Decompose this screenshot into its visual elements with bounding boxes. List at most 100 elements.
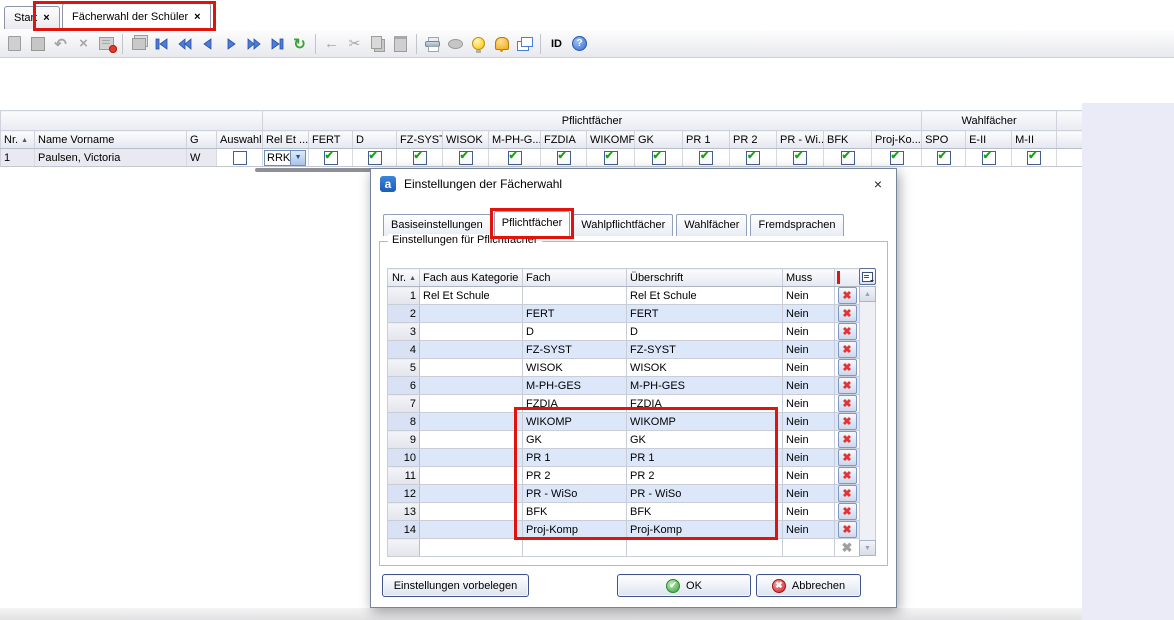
ueberschrift-cell[interactable]: Rel Et Schule (627, 287, 783, 305)
help-button[interactable]: ? (568, 32, 591, 55)
delete-row-button[interactable]: ✖ (838, 395, 857, 412)
subject-checkbox[interactable] (604, 151, 618, 165)
fach-aus-kategorie-cell[interactable] (420, 341, 523, 359)
scrollbar-track[interactable] (859, 302, 876, 540)
fach-cell[interactable]: PR 2 (523, 467, 627, 485)
subject-checkbox[interactable] (557, 151, 571, 165)
fach-cell[interactable]: Proj-Komp (523, 521, 627, 539)
grid-column-header[interactable]: WISOK (443, 131, 489, 149)
delete-row-button[interactable]: ✖ (838, 359, 857, 376)
dialog-tab-pflichtfcher[interactable]: Pflichtfächer (494, 211, 571, 236)
ueberschrift-cell[interactable]: Proj-Komp (627, 521, 783, 539)
ueberschrift-cell[interactable]: PR - WiSo (627, 485, 783, 503)
ueberschrift-cell[interactable]: WISOK (627, 359, 783, 377)
muss-cell[interactable]: Nein (783, 467, 835, 485)
subject-checkbox[interactable] (699, 151, 713, 165)
delete-row-button[interactable]: ✖ (838, 449, 857, 466)
notification-button[interactable] (490, 32, 513, 55)
grid-column-header[interactable]: G (187, 131, 217, 149)
subject-checkbox[interactable] (652, 151, 666, 165)
column-header-ueberschrift[interactable]: Überschrift (627, 269, 783, 287)
subject-checkbox[interactable] (324, 151, 338, 165)
subject-checkbox[interactable] (368, 151, 382, 165)
dialog-tab-fremdsprachen[interactable]: Fremdsprachen (750, 214, 843, 236)
grid-column-header[interactable]: Auswahl (217, 131, 263, 149)
subject-checkbox[interactable] (841, 151, 855, 165)
last-record-button[interactable] (265, 32, 288, 55)
grid-column-header[interactable]: Proj-Ko... (872, 131, 922, 149)
fach-aus-kategorie-cell[interactable] (420, 413, 523, 431)
tab-close-icon[interactable]: × (43, 12, 49, 24)
fach-aus-kategorie-cell[interactable] (420, 485, 523, 503)
grid-column-header[interactable]: M-II (1012, 131, 1057, 149)
muss-cell[interactable]: Nein (783, 377, 835, 395)
subject-checkbox[interactable] (1027, 151, 1041, 165)
next-record-button[interactable] (219, 32, 242, 55)
muss-cell[interactable]: Nein (783, 287, 835, 305)
scroll-down-button[interactable]: ▼ (859, 540, 876, 556)
delete-row-button[interactable]: ✖ (838, 377, 857, 394)
delete-row-button[interactable]: ✖ (838, 305, 857, 322)
fach-aus-kategorie-cell[interactable] (420, 395, 523, 413)
fach-aus-kategorie-cell[interactable] (420, 449, 523, 467)
fach-aus-kategorie-cell[interactable] (420, 467, 523, 485)
ok-button[interactable]: ✔ OK (617, 574, 751, 597)
delete-row-button[interactable]: ✖ (838, 521, 857, 538)
grid-column-header[interactable]: Nr.▲ (1, 131, 35, 149)
fach-cell[interactable]: FZDIA (523, 395, 627, 413)
delete-row-button[interactable]: ✖ (838, 503, 857, 520)
column-header-nr[interactable]: Nr.▲ (388, 269, 420, 287)
fach-aus-kategorie-cell[interactable] (420, 521, 523, 539)
fach-cell[interactable]: WISOK (523, 359, 627, 377)
fach-aus-kategorie-cell[interactable]: Rel Et Schule (420, 287, 523, 305)
muss-cell[interactable]: Nein (783, 341, 835, 359)
ueberschrift-cell[interactable]: FZDIA (627, 395, 783, 413)
ueberschrift-cell[interactable]: D (627, 323, 783, 341)
subject-checkbox[interactable] (890, 151, 904, 165)
delete-row-button[interactable]: ✖ (838, 413, 857, 430)
muss-cell[interactable]: Nein (783, 413, 835, 431)
grid-column-header[interactable]: M-PH-G... (489, 131, 541, 149)
subject-checkbox[interactable] (508, 151, 522, 165)
grid-column-header[interactable]: Name Vorname (35, 131, 187, 149)
grid-column-header[interactable]: Rel Et ... (263, 131, 309, 149)
ueberschrift-cell[interactable]: M-PH-GES (627, 377, 783, 395)
fast-backward-button[interactable] (173, 32, 196, 55)
dropdown-arrow-icon[interactable]: ▼ (290, 151, 305, 165)
previous-record-button[interactable] (196, 32, 219, 55)
column-header-fach[interactable]: Fach (523, 269, 627, 287)
grid-column-header[interactable]: E-II (966, 131, 1012, 149)
fach-aus-kategorie-cell[interactable] (420, 359, 523, 377)
fach-aus-kategorie-cell[interactable] (420, 377, 523, 395)
fach-cell[interactable]: FERT (523, 305, 627, 323)
subject-checkbox[interactable] (937, 151, 951, 165)
muss-cell[interactable]: Nein (783, 449, 835, 467)
muss-cell[interactable]: Nein (783, 485, 835, 503)
grid-column-header[interactable]: FZDIA (541, 131, 587, 149)
column-picker-button[interactable] (859, 268, 876, 285)
fach-cell[interactable]: WIKOMP (523, 413, 627, 431)
auswahl-checkbox[interactable] (233, 151, 247, 165)
grid-column-header[interactable]: FZ-SYST (397, 131, 443, 149)
fach-cell[interactable]: M-PH-GES (523, 377, 627, 395)
dialog-tab-basiseinstellungen[interactable]: Basiseinstellungen (383, 214, 491, 236)
tab-close-icon[interactable]: × (194, 11, 200, 23)
grid-column-header[interactable]: PR - Wi... (777, 131, 824, 149)
grid-column-header[interactable]: PR 1 (683, 131, 730, 149)
fach-cell[interactable] (523, 287, 627, 305)
grid-column-header[interactable]: FERT (309, 131, 353, 149)
tab-start[interactable]: Start × (4, 6, 60, 29)
muss-cell[interactable]: Nein (783, 323, 835, 341)
ueberschrift-cell[interactable]: PR 1 (627, 449, 783, 467)
delete-row-button[interactable]: ✖ (838, 341, 857, 358)
grid-column-header[interactable]: D (353, 131, 397, 149)
fach-cell[interactable]: FZ-SYST (523, 341, 627, 359)
fach-aus-kategorie-cell[interactable] (420, 431, 523, 449)
ueberschrift-cell[interactable]: BFK (627, 503, 783, 521)
grid-column-header[interactable]: SPO (922, 131, 966, 149)
delete-row-button[interactable]: ✖ (838, 431, 857, 448)
fach-cell[interactable]: PR 1 (523, 449, 627, 467)
ueberschrift-cell[interactable]: GK (627, 431, 783, 449)
fast-forward-button[interactable] (242, 32, 265, 55)
tab-faecherwahl-der-schueler[interactable]: Fächerwahl der Schüler × (62, 3, 211, 29)
